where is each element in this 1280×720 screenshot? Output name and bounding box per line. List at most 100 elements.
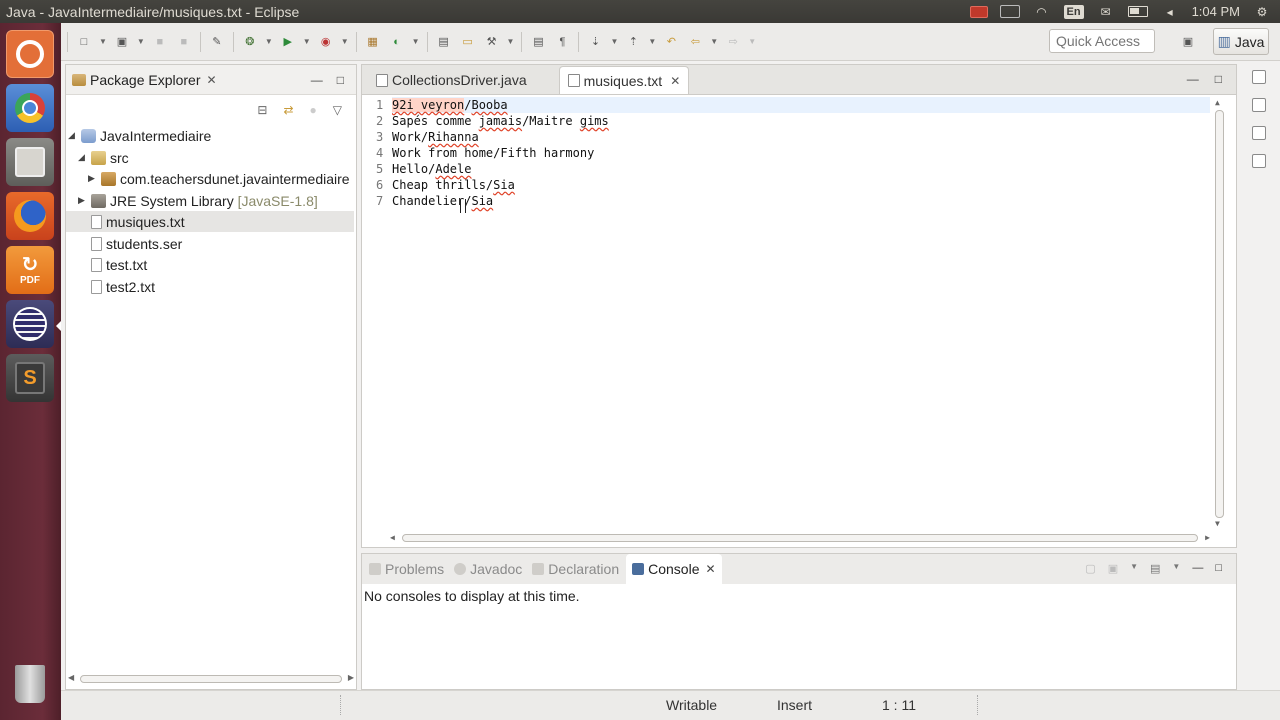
scroll-down-icon[interactable]: ▼ [1215,519,1220,528]
scrollbar-thumb[interactable] [1215,110,1224,518]
minimize-view-icon[interactable]: — [311,73,323,87]
trash-icon[interactable] [6,660,54,708]
chrome-icon[interactable] [6,84,54,132]
ubuntu-icon[interactable] [6,30,54,78]
next-annotation-icon[interactable]: ⇣ [586,34,604,50]
battery-icon[interactable] [1127,6,1148,17]
search-dropdown-icon[interactable]: ▼ [507,37,515,46]
tab-problems[interactable]: Problems [366,561,447,577]
collapse-arrow-icon[interactable]: ◢ [68,130,78,141]
scroll-left-icon[interactable]: ◀ [68,673,74,682]
display-console-dropdown-icon[interactable]: ▼ [1130,562,1138,575]
vertical-scrollbar[interactable]: ▲ ▼ [1214,98,1226,528]
scroll-right-icon[interactable]: ▶ [1205,533,1210,542]
minimize-view-icon[interactable]: — [1192,562,1203,575]
open-perspective-icon[interactable]: ▣ [1178,32,1198,50]
new-class-icon[interactable]: ◐ [388,34,406,50]
close-tab-icon[interactable]: ✕ [706,562,716,576]
expand-arrow-icon[interactable]: ▶ [88,173,98,184]
search-icon[interactable]: ⚒ [483,34,501,50]
collapse-arrow-icon[interactable]: ◢ [78,152,88,163]
close-view-icon[interactable]: ✕ [207,73,217,87]
toggle-breadcrumb-icon[interactable]: ▤ [529,34,547,50]
run-icon[interactable]: ▶ [279,34,297,50]
open-console-dropdown-icon[interactable]: ▼ [1172,562,1180,575]
record-icon[interactable] [969,5,988,18]
quick-access-input[interactable] [1049,29,1155,53]
maximize-view-icon[interactable]: □ [1215,562,1222,575]
tab-collections-driver[interactable]: CollectionsDriver.java [368,66,535,94]
clock[interactable]: 1:04 PM [1192,4,1240,19]
outline-icon[interactable] [1252,98,1266,112]
open-console-icon[interactable]: ▤ [1150,562,1160,575]
pin-console-icon[interactable]: ▢ [1085,562,1095,575]
debug-dropdown-icon[interactable]: ▼ [265,37,273,46]
coverage-dropdown-icon[interactable]: ▼ [341,37,349,46]
firefox-icon[interactable] [6,192,54,240]
back-icon[interactable]: ⇦ [686,34,704,50]
back-dropdown-icon[interactable]: ▼ [710,37,718,46]
tab-musiques[interactable]: musiques.txt ✕ [558,66,690,94]
toggle-mark-icon[interactable]: ✎ [208,34,226,50]
text-editor[interactable]: 1 2 3 4 5 6 7 92i veyron/Booba Sapés com… [362,96,1236,546]
mail-icon[interactable]: ✉ [1096,5,1116,19]
focus-on-active-task-icon[interactable]: ● [310,103,317,117]
save-icon[interactable]: ■ [151,34,169,50]
previous-annotation-dropdown-icon[interactable]: ▼ [648,37,656,46]
maximize-view-icon[interactable]: □ [337,73,344,87]
tree-item-test[interactable]: test.txt [91,254,147,275]
new-icon[interactable]: □ [75,34,93,50]
restore-icon[interactable] [1252,70,1266,84]
open-type-icon[interactable]: ▣ [113,34,131,50]
scrollbar-thumb[interactable] [402,534,1198,542]
link-with-editor-icon[interactable]: ⇄ [283,103,293,117]
coverage-icon[interactable]: ◉ [317,34,335,50]
scroll-left-icon[interactable]: ◀ [390,533,395,542]
tree-item-test2[interactable]: test2.txt [91,276,155,297]
open-type-hierarchy-icon[interactable]: ▤ [435,34,453,50]
previous-annotation-icon[interactable]: ⇡ [624,34,642,50]
horizontal-scrollbar[interactable]: ◀ ▶ [68,673,354,685]
close-tab-icon[interactable]: ✕ [670,74,680,88]
volume-icon[interactable]: ◂ [1160,5,1180,19]
open-folder-icon[interactable]: ▭ [459,34,477,50]
settings-gear-icon[interactable]: ⚙ [1252,5,1272,19]
last-edit-location-icon[interactable]: ↶ [662,34,680,50]
tab-javadoc[interactable]: Javadoc [451,561,525,577]
expand-arrow-icon[interactable]: ▶ [78,195,88,206]
new-package-icon[interactable]: ▦ [364,34,382,50]
tree-item-project[interactable]: ◢ JavaIntermediaire [68,125,211,146]
wifi-icon[interactable]: ◠ [1032,5,1052,19]
next-annotation-dropdown-icon[interactable]: ▼ [610,37,618,46]
collapse-all-icon[interactable]: ⊟ [257,103,267,117]
tree-item-jre-library[interactable]: ▶ JRE System Library [JavaSE-1.8] [78,190,318,211]
tab-declaration[interactable]: Declaration [529,561,622,577]
display-selected-console-icon[interactable]: ▣ [1108,562,1118,575]
pdf-icon[interactable]: ↻ PDF [6,246,54,294]
maximize-editor-icon[interactable]: □ [1215,72,1222,86]
new-dropdown-icon[interactable]: ▼ [99,37,107,46]
view-menu-icon[interactable]: ▽ [333,103,342,117]
files-icon[interactable] [6,138,54,186]
forward-icon[interactable]: ⇨ [724,34,742,50]
run-dropdown-icon[interactable]: ▼ [303,37,311,46]
scrollbar-thumb[interactable] [80,675,342,683]
java-perspective-button[interactable]: ▥ Java [1213,28,1269,55]
scroll-right-icon[interactable]: ▶ [348,673,354,682]
show-whitespace-icon[interactable]: ¶ [553,34,571,50]
restore-icon[interactable] [1252,126,1266,140]
eclipse-icon[interactable] [6,300,54,348]
scroll-up-icon[interactable]: ▲ [1215,98,1220,107]
keyboard-icon[interactable] [999,5,1020,18]
save-all-icon[interactable]: ■ [175,34,193,50]
keyboard-layout-indicator[interactable]: En [1063,4,1084,19]
tree-item-musiques[interactable]: musiques.txt [66,211,354,232]
minimize-editor-icon[interactable]: — [1187,72,1199,86]
package-explorer-title[interactable]: Package Explorer [90,72,201,88]
task-list-icon[interactable] [1252,154,1266,168]
tree-item-package[interactable]: ▶ com.teachersdunet.javaintermediaire [88,168,350,189]
new-class-dropdown-icon[interactable]: ▼ [412,37,420,46]
tree-item-students[interactable]: students.ser [91,233,182,254]
forward-dropdown-icon[interactable]: ▼ [748,37,756,46]
horizontal-scrollbar[interactable]: ◀ ▶ [390,532,1210,544]
